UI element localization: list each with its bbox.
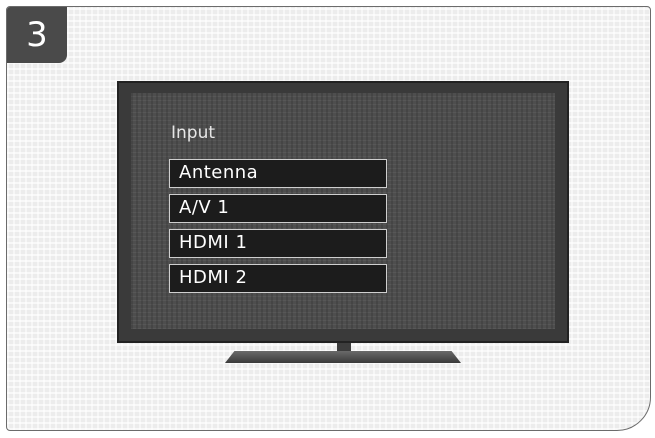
step-number-badge: 3 — [7, 7, 67, 63]
input-option-hdmi2[interactable]: HDMI 2 — [169, 264, 387, 293]
instruction-card: 3 Input Antenna A/V 1 HDMI 1 HDMI 2 — [6, 6, 651, 431]
input-menu-title: Input — [171, 123, 216, 143]
tv-frame: Input Antenna A/V 1 HDMI 1 HDMI 2 — [117, 81, 569, 343]
tv-screen: Input Antenna A/V 1 HDMI 1 HDMI 2 — [131, 93, 555, 329]
input-source-list: Antenna A/V 1 HDMI 1 HDMI 2 — [169, 159, 387, 299]
input-option-antenna[interactable]: Antenna — [169, 159, 387, 188]
input-option-av1[interactable]: A/V 1 — [169, 194, 387, 223]
tv-stand-base — [225, 351, 461, 363]
input-option-hdmi1[interactable]: HDMI 1 — [169, 229, 387, 258]
